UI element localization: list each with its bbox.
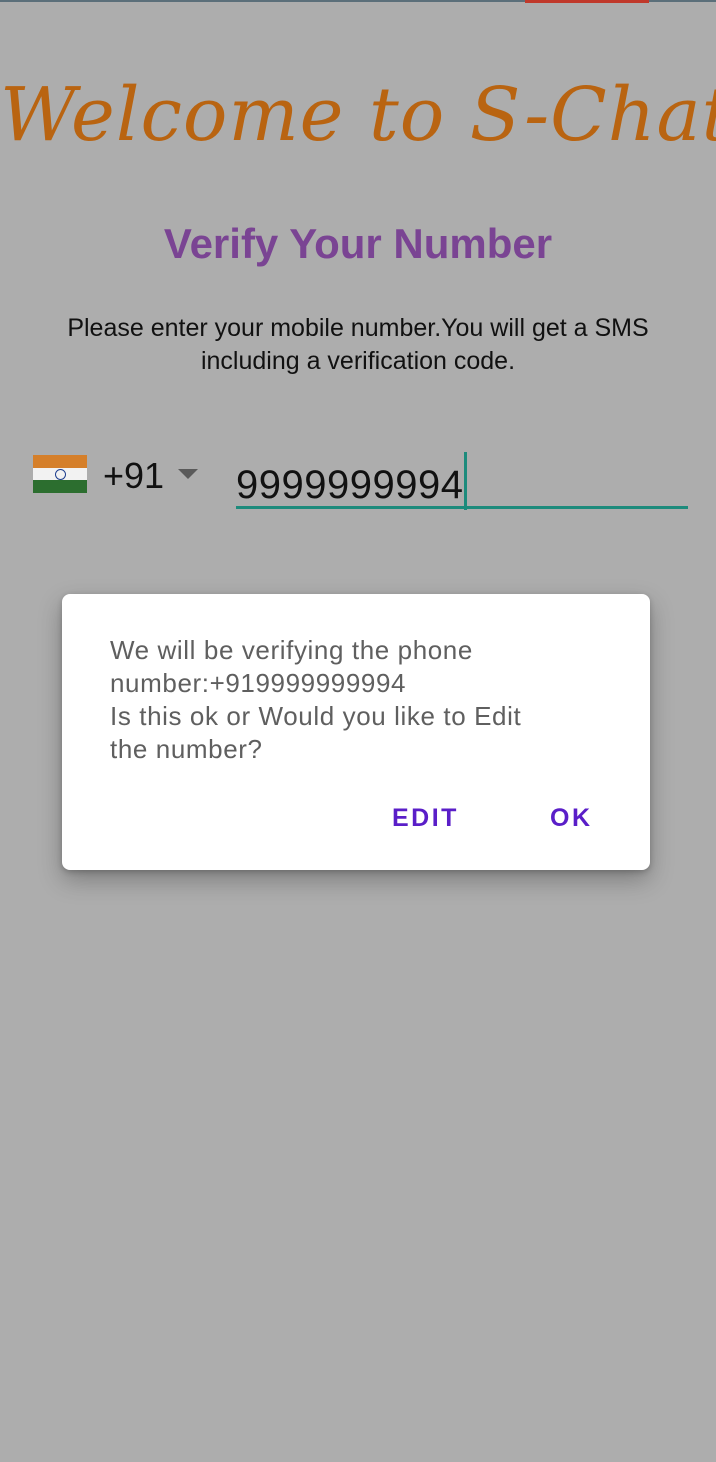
flag-band-saffron	[33, 455, 87, 468]
phone-number-value: 9999999994	[236, 452, 468, 510]
phone-number-input[interactable]: 9999999994	[236, 442, 688, 510]
country-code-selector[interactable]: +91	[103, 455, 164, 497]
chevron-down-icon[interactable]	[178, 469, 198, 479]
text-cursor	[464, 452, 468, 510]
dialog-message-line: the number?	[110, 734, 263, 764]
confirm-number-dialog: We will be verifying the phone number:+9…	[62, 594, 650, 870]
dialog-message-line: Is this ok or Would you like to Edit	[110, 701, 522, 731]
ashoka-chakra-icon	[54, 468, 66, 480]
status-bar-accent	[525, 0, 649, 3]
flag-band-green	[33, 480, 87, 494]
dialog-message-line: We will be verifying the phone	[110, 635, 473, 665]
instructions-text: Please enter your mobile number.You will…	[67, 314, 649, 375]
app-title: Welcome to S-Chat	[0, 72, 716, 158]
india-flag-icon[interactable]	[33, 455, 87, 494]
edit-button[interactable]: EDIT	[392, 804, 459, 833]
ok-button[interactable]: OK	[550, 804, 593, 833]
flag-band-white	[33, 467, 87, 481]
screen-heading: Verify Your Number	[163, 220, 553, 267]
dialog-message: We will be verifying the phone number:+9…	[110, 634, 610, 766]
dialog-message-line: number:+919999999994	[110, 668, 407, 698]
phone-number-text: 9999999994	[236, 463, 464, 507]
